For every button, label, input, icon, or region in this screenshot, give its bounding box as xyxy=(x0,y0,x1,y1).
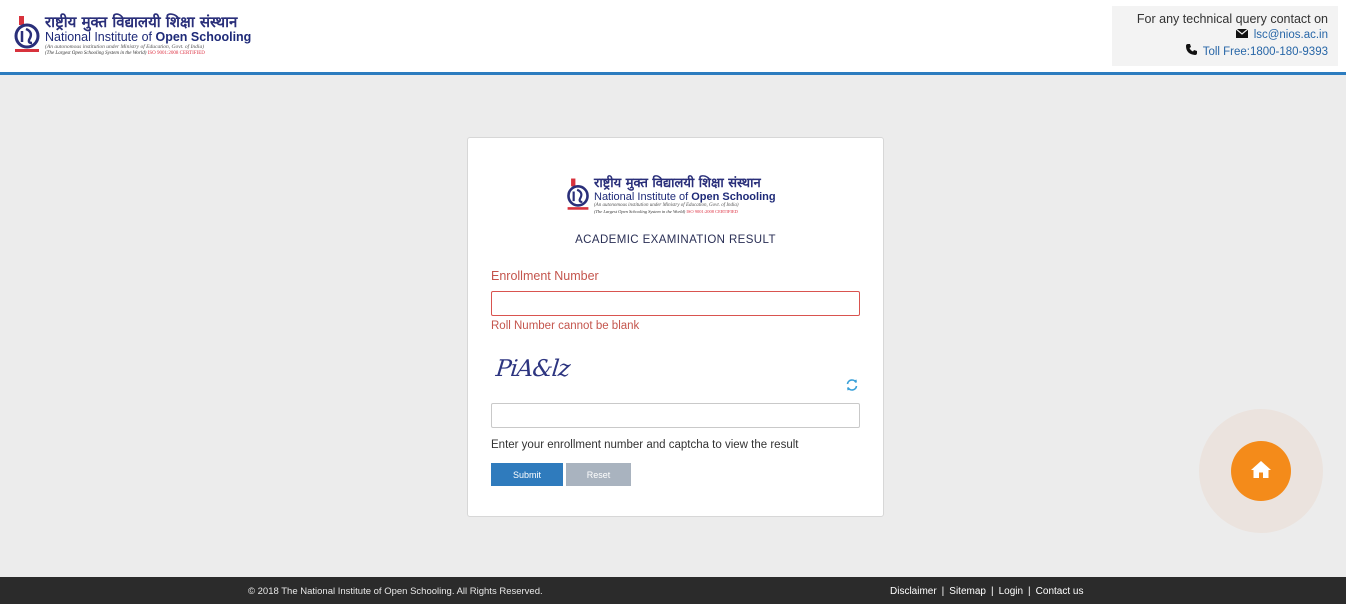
contact-phone-text[interactable]: Toll Free:1800-180-9393 xyxy=(1203,44,1328,61)
footer-separator: | xyxy=(941,586,945,597)
brand-tagline: (The Largest Open Schooling System in th… xyxy=(594,209,738,214)
result-form-card: राष्ट्रीय मुक्त विद्यालयी शिक्षा संस्थान… xyxy=(467,137,884,517)
brand-english: National Institute of Open Schooling xyxy=(594,191,776,203)
footer-link-contact[interactable]: Contact us xyxy=(1036,586,1084,597)
contact-phone[interactable]: Toll Free:1800-180-9393 xyxy=(1112,44,1328,61)
footer-separator: | xyxy=(1028,586,1031,597)
brand-hindi: राष्ट्रीय मुक्त विद्यालयी शिक्षा संस्थान xyxy=(594,176,761,191)
nios-logo[interactable]: राष्ट्रीय मुक्त विद्यालयी शिक्षा संस्थान… xyxy=(12,14,251,60)
footer-link-login[interactable]: Login xyxy=(999,586,1023,597)
footer-link-disclaimer[interactable]: Disclaimer xyxy=(890,586,937,597)
copyright-text: © 2018 The National Institute of Open Sc… xyxy=(248,586,543,597)
captcha-image: PiA&lz xyxy=(494,356,571,382)
help-text: Enter your enrollment number and captcha… xyxy=(491,439,799,451)
reset-button[interactable]: Reset xyxy=(566,463,631,486)
contact-email-text[interactable]: lsc@nios.ac.in xyxy=(1254,27,1328,44)
page-title: ACADEMIC EXAMINATION RESULT xyxy=(575,234,776,246)
home-button[interactable] xyxy=(1231,441,1291,501)
brand-english: National Institute of Open Schooling xyxy=(45,30,252,44)
contact-box: For any technical query contact on lsc@n… xyxy=(1112,6,1338,66)
footer-links: Disclaimer | Sitemap | Login | Contact u… xyxy=(890,586,1083,597)
envelope-icon xyxy=(1235,27,1249,44)
footer-link-sitemap[interactable]: Sitemap xyxy=(949,586,986,597)
footer: © 2018 The National Institute of Open Sc… xyxy=(0,577,1346,604)
phone-icon xyxy=(1185,44,1197,61)
nios-emblem-icon xyxy=(12,14,42,56)
enrollment-label: Enrollment Number xyxy=(491,269,599,283)
top-header: राष्ट्रीय मुक्त विद्यालयी शिक्षा संस्थान… xyxy=(0,0,1346,75)
home-icon xyxy=(1250,460,1272,483)
captcha-input[interactable] xyxy=(491,403,860,428)
enrollment-input[interactable] xyxy=(491,291,860,316)
brand-hindi: राष्ट्रीय मुक्त विद्यालयी शिक्षा संस्थान xyxy=(45,13,238,31)
nios-emblem-icon xyxy=(565,176,591,214)
card-logo: राष्ट्रीय मुक्त विद्यालयी शिक्षा संस्थान… xyxy=(565,176,776,215)
submit-button[interactable]: Submit xyxy=(491,463,563,486)
contact-title: For any technical query contact on xyxy=(1136,12,1328,26)
brand-tagline: (The Largest Open Schooling System in th… xyxy=(45,50,205,56)
enrollment-error: Roll Number cannot be blank xyxy=(491,320,640,332)
contact-email[interactable]: lsc@nios.ac.in xyxy=(1112,27,1328,44)
refresh-icon[interactable] xyxy=(845,377,859,391)
footer-separator: | xyxy=(990,586,994,597)
